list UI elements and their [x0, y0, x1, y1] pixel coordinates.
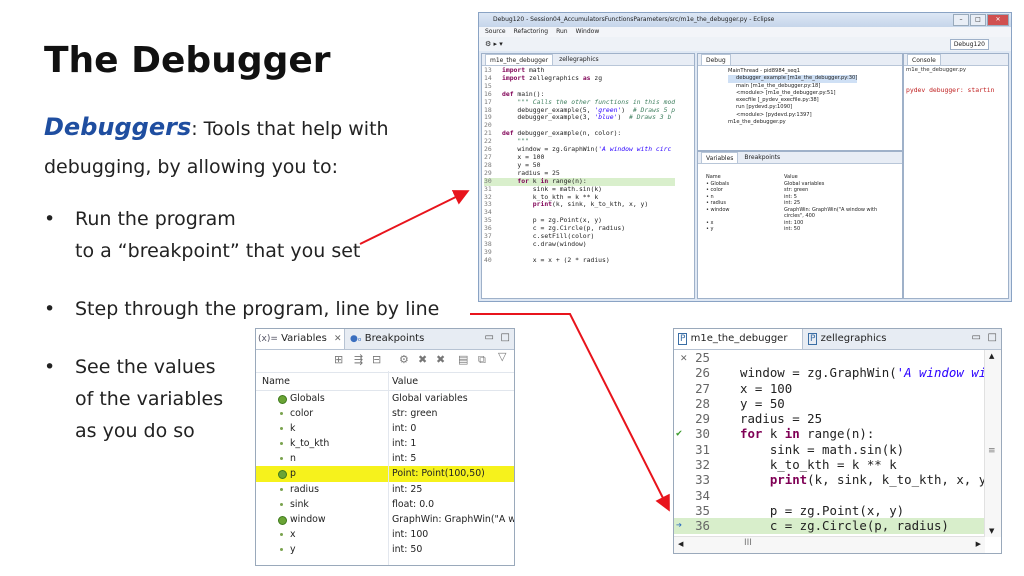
callout-arrows	[359, 190, 670, 512]
arrow-step-line	[470, 313, 670, 512]
arrow-breakpoint	[359, 190, 470, 245]
